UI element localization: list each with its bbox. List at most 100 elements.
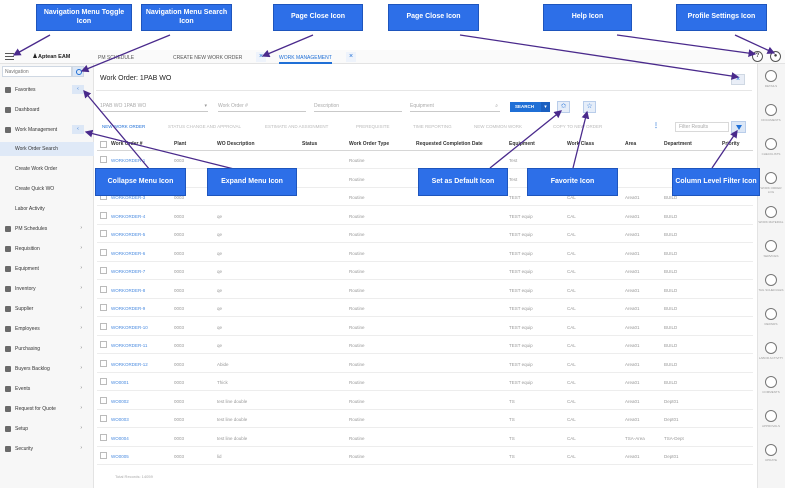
table-row[interactable]: WO0005 0003 lid Routine TS CAL Area01 Dept01 (97, 448, 753, 465)
rail-item-approvals[interactable]: APPROVALS (757, 408, 785, 434)
rail-item-work-material[interactable]: WORK MATERIAL (757, 204, 785, 230)
page-close-icon[interactable]: × (731, 74, 745, 85)
rail-item-documents[interactable]: DOCUMENTS (757, 102, 785, 128)
sidebar-item-purchasing[interactable]: Purchasing › (0, 342, 94, 356)
work-order-link[interactable]: WORKORDER-12 (111, 362, 148, 367)
sidebar-item-inventory[interactable]: Inventory › (0, 282, 94, 296)
work-order-link[interactable]: WORKORDER-4 (111, 214, 145, 219)
column-header[interactable]: WO Description (217, 141, 255, 147)
column-filter-icon[interactable] (731, 121, 746, 133)
favorite-icon[interactable]: ☆ (583, 101, 596, 113)
help-icon[interactable]: ? (752, 51, 763, 62)
table-row[interactable]: WORKORDER-8 0003 qe Routine TEST equip CAL Are… (97, 282, 753, 299)
equipment-field[interactable]: Equipment ⌕ (410, 103, 500, 112)
work-order-link[interactable]: WO0001 (111, 380, 129, 385)
row-checkbox[interactable] (100, 304, 107, 311)
wo-template-select[interactable]: 1PAB WO 1PAB WO ▾ (100, 103, 208, 112)
work-order-link[interactable]: WORKORDER-5 (111, 232, 145, 237)
column-header[interactable]: Department (664, 141, 692, 147)
search-icon[interactable] (72, 66, 84, 77)
rail-item-services[interactable]: SERVICES (757, 238, 785, 264)
tab-work-management[interactable]: WORK MANAGEMENT (279, 52, 332, 64)
column-header[interactable]: Equipment (509, 141, 535, 147)
row-checkbox[interactable] (100, 248, 107, 256)
row-checkbox[interactable] (100, 415, 107, 422)
option-new-work-order[interactable]: NEW WORK ORDER (102, 124, 145, 129)
work-order-link[interactable]: WORKORDER-11 (111, 343, 147, 348)
sidebar-item-setup[interactable]: Setup › (0, 422, 94, 436)
table-row[interactable]: WO0003 0003 test line double Routine TS CAL Ar… (97, 411, 753, 428)
option-estimate-and-assignment[interactable]: ESTIMATE AND ASSIGNMENT (265, 124, 328, 129)
row-checkbox[interactable] (100, 285, 107, 293)
hamburger-menu-icon[interactable] (4, 52, 16, 62)
table-row[interactable]: WO0001 0003 Thick Routine TEST equip CAL Area0… (97, 374, 753, 391)
table-row[interactable]: WO0002 0003 test line double Routine TS CAL Ar… (97, 393, 753, 410)
sidebar-item-labor-activity[interactable]: Labor Activity (0, 202, 94, 216)
more-options-icon[interactable]: ⋮ (653, 122, 659, 129)
work-order-link[interactable]: WORKORDER-6 (111, 251, 145, 256)
rail-item-tag-schedules[interactable]: TAG SCHEDULES (757, 272, 785, 298)
work-order-link[interactable]: WO0003 (111, 417, 129, 422)
option-copy-to-new-order[interactable]: COPY TO NEW ORDER (553, 124, 602, 129)
work-order-link[interactable]: WO0005 (111, 454, 129, 459)
row-checkbox[interactable] (100, 452, 107, 459)
work-order-link[interactable]: WORKORDER-7 (111, 269, 145, 274)
profile-icon[interactable]: ● (770, 51, 781, 62)
rail-item-update[interactable]: UPDATE (757, 442, 785, 468)
sidebar-item-request-for-quote[interactable]: Request for Quote › (0, 402, 94, 416)
row-checkbox[interactable] (100, 211, 107, 219)
row-checkbox[interactable] (100, 156, 107, 163)
work-order-link[interactable]: WORKORDER-8 (111, 288, 145, 293)
option-prerequisite[interactable]: PREREQUISITE (356, 124, 390, 129)
rail-item-work-order-log[interactable]: WORK ORDER LOG (757, 170, 785, 196)
work-order-link[interactable]: WORKORDER-9 (111, 306, 145, 311)
column-header[interactable]: Status (302, 141, 317, 147)
column-header[interactable]: Plant (174, 141, 186, 147)
row-checkbox[interactable] (100, 267, 107, 274)
work-order-field[interactable]: Work Order # (218, 103, 306, 112)
sidebar-item-create-quick-wo[interactable]: Create Quick WO (0, 182, 94, 196)
sidebar-item-buyers-backlog[interactable]: Buyers Backlog › (0, 362, 94, 376)
table-row[interactable]: WORKORDER-7 0003 qe Routine TEST equip CAL Are… (97, 263, 753, 280)
row-checkbox[interactable] (100, 359, 107, 367)
work-order-link[interactable]: WORKORDER-10 (111, 325, 148, 330)
sidebar-item-security[interactable]: Security › (0, 442, 94, 456)
column-header[interactable]: Work Order # (111, 141, 143, 147)
row-checkbox[interactable] (100, 396, 107, 404)
rail-item-checklists[interactable]: CHECKLISTS (757, 136, 785, 162)
rail-item-comments[interactable]: COMMENTS (757, 374, 785, 400)
sidebar-item-favorites[interactable]: Favorites ‹ (0, 83, 94, 97)
search-button[interactable]: SEARCH (510, 102, 541, 112)
row-checkbox[interactable] (100, 341, 107, 348)
rail-item-labor-activity[interactable]: LABOR ACTIVITY (757, 340, 785, 366)
expand-menu-icon[interactable]: ‹ (72, 125, 84, 134)
set-as-default-icon[interactable]: ✩ (557, 101, 570, 113)
sidebar-item-events[interactable]: Events › (0, 382, 94, 396)
column-header[interactable]: Work Order Type (349, 141, 389, 147)
select-all-checkbox[interactable] (100, 141, 107, 148)
sidebar-item-equipment[interactable]: Equipment › (0, 262, 94, 276)
table-row[interactable]: WORKORDER-9 0003 qe Routine TEST equip CAL Are… (97, 300, 753, 317)
tab-create-new-work-order[interactable]: CREATE NEW WORK ORDER (173, 52, 242, 64)
sidebar-item-employees[interactable]: Employees › (0, 322, 94, 336)
column-header[interactable]: Priority (722, 141, 740, 147)
navigation-search-input[interactable] (2, 66, 72, 77)
collapse-menu-icon[interactable]: ‹ (72, 85, 84, 94)
rail-item-details[interactable]: DETAILS (757, 68, 785, 94)
work-order-link[interactable]: WORKORDER-1 (111, 158, 145, 163)
option-status-change-and-approval[interactable]: STATUS CHANGE AND APPROVAL (168, 124, 241, 129)
column-header[interactable]: Area (625, 141, 636, 147)
row-checkbox[interactable] (100, 322, 107, 330)
table-row[interactable]: WORKORDER-11 0003 qe Routine TEST equip CAL Ar… (97, 337, 753, 354)
table-row[interactable]: WORKORDER-12 0003 Abide Routine TEST equip CA… (97, 356, 753, 373)
table-row[interactable]: WORKORDER-1 0003 Routine Test (97, 152, 753, 169)
table-row[interactable]: WO0004 0003 test line double Routine TS CAL TS… (97, 430, 753, 447)
row-checkbox[interactable] (100, 378, 107, 385)
work-order-link[interactable]: WO0004 (111, 436, 129, 441)
row-checkbox[interactable] (100, 230, 107, 237)
option-new-common-work[interactable]: NEW COMMON WORK (474, 124, 522, 129)
close-icon[interactable]: × (256, 52, 266, 62)
column-header[interactable]: Work Class (567, 141, 594, 147)
table-row[interactable]: WORKORDER-10 0003 qe Routine TEST equip CAL Ar… (97, 319, 753, 336)
sidebar-item-create-work-order[interactable]: Create Work Order (0, 162, 94, 176)
